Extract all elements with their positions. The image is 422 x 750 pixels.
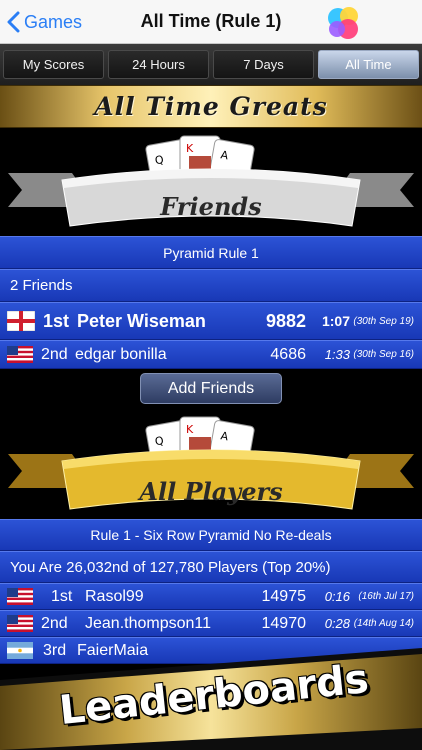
friend-row[interactable]: 2nd edgar bonilla 4686 1:33 (30th Sep 16… (0, 340, 422, 369)
all-players-ribbon-label: All Players (139, 477, 283, 506)
score: 4686 (270, 345, 306, 363)
player-name: Peter Wiseman (77, 310, 206, 331)
player-position-bar: You Are 26,032nd of 127,780 Players (Top… (0, 551, 422, 583)
svg-text:K: K (186, 142, 194, 155)
date: (30th Sep 16) (353, 349, 414, 360)
friends-subtitle-bar: Pyramid Rule 1 (0, 236, 422, 269)
rank: 1st (51, 587, 73, 605)
leaderboard-row[interactable]: 1st Rasol99 14975 0:16 (16th Jul 17) (0, 583, 422, 610)
england-flag-icon (7, 311, 35, 331)
add-friends-button[interactable]: Add Friends (140, 373, 282, 404)
player-name: Jean.thompson11 (85, 614, 212, 632)
tab-24-hours[interactable]: 24 Hours (108, 50, 209, 79)
all-players-subtitle-bar: Rule 1 - Six Row Pyramid No Re-deals (0, 519, 422, 551)
friends-ribbon-label: Friends (160, 192, 262, 221)
svg-text:K: K (186, 423, 194, 436)
time-range-segmented-control: My Scores 24 Hours 7 Days All Time (0, 44, 422, 85)
friends-ribbon-graphic: Q K A Friends (0, 128, 422, 236)
time: 0:28 (324, 616, 350, 631)
time: 1:07 (321, 313, 350, 329)
usa-flag-icon (7, 346, 33, 363)
all-time-greats-banner: All Time Greats (0, 85, 422, 128)
usa-flag-icon (7, 588, 33, 605)
usa-flag-icon (7, 615, 33, 632)
score: 9882 (265, 310, 306, 331)
player-position: You Are 26,032nd of 127,780 Players (Top… (10, 558, 331, 576)
all-players-subtitle: Rule 1 - Six Row Pyramid No Re-deals (90, 527, 332, 543)
navigation-bar: Games All Time (Rule 1) (0, 0, 422, 44)
game-center-icon[interactable] (324, 4, 362, 42)
player-name: edgar bonilla (75, 345, 167, 363)
banner-title: All Time Greats (94, 92, 328, 121)
time: 0:16 (324, 589, 350, 604)
date: (30th Sep 19) (353, 315, 414, 327)
rank: 2nd (41, 614, 68, 632)
rank: 2nd (41, 345, 68, 363)
time: 1:33 (324, 347, 350, 362)
friends-count: 2 Friends (10, 277, 73, 294)
tab-7-days[interactable]: 7 Days (213, 50, 314, 79)
score: 14975 (261, 587, 307, 605)
score: 14970 (261, 614, 307, 632)
friends-subtitle: Pyramid Rule 1 (163, 244, 259, 261)
friend-row[interactable]: 1st Peter Wiseman 9882 1:07 (30th Sep 19… (0, 302, 422, 340)
tab-all-time[interactable]: All Time (318, 50, 419, 79)
leaderboard-row[interactable]: 2nd Jean.thompson11 14970 0:28 (14th Aug… (0, 610, 422, 637)
date: (14th Aug 14) (353, 618, 414, 629)
all-players-ribbon-graphic: Q K A All Players (0, 409, 422, 519)
tab-my-scores[interactable]: My Scores (3, 50, 104, 79)
player-name: Rasol99 (85, 587, 144, 605)
rank: 1st (43, 310, 70, 331)
friends-count-bar: 2 Friends (0, 269, 422, 302)
date: (16th Jul 17) (358, 591, 414, 602)
